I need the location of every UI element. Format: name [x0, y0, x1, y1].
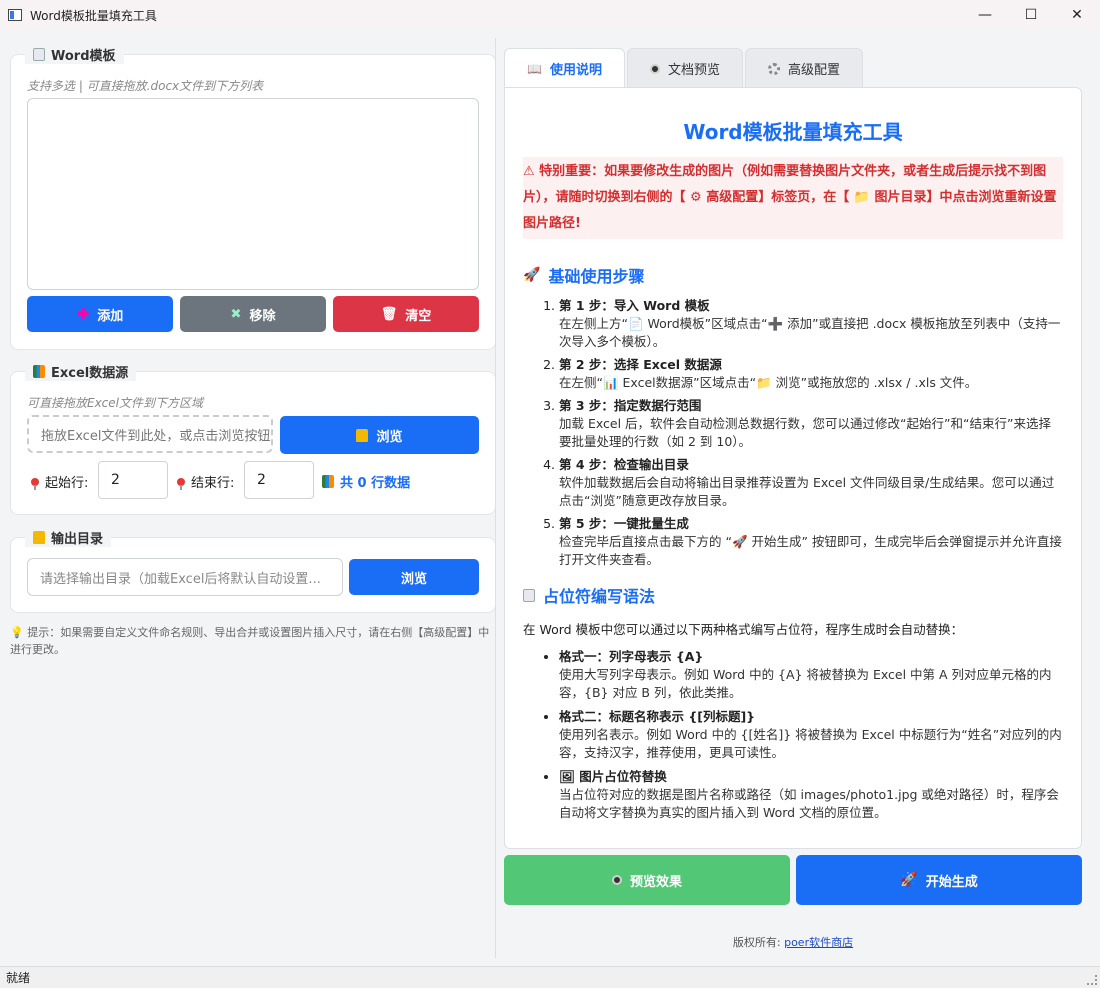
close-button[interactable]: ✕: [1054, 0, 1100, 30]
excel-hint: 可直接拖放Excel文件到下方区域: [27, 396, 203, 410]
tab-preview[interactable]: 文档预览: [626, 48, 743, 88]
window-title: Word模板批量填充工具: [30, 8, 157, 23]
title-bar: Word模板批量填充工具 — ☐ ✕: [0, 0, 1100, 30]
rocket-icon: 🚀: [523, 267, 541, 283]
excel-source-group: Excel数据源 可直接拖放Excel文件到下方区域 拖放Excel文件到此处，…: [10, 362, 496, 515]
status-text: 就绪: [6, 971, 31, 985]
rocket-icon: 🚀: [900, 872, 918, 888]
remove-button[interactable]: ✖ 移除: [180, 296, 326, 332]
row-count-label: 共 0 行数据: [322, 472, 410, 491]
list-item: 第 3 步：指定数据行范围加载 Excel 后，软件会自动检测总数据行数，您可以…: [559, 397, 1063, 451]
doc-title: Word模板批量填充工具: [683, 120, 903, 144]
chart-icon: [322, 475, 334, 488]
list-item: 第 1 步：导入 Word 模板在左侧上方“📄 Word模板”区域点击“➕ 添加…: [559, 297, 1063, 351]
list-item: 格式一：列字母表示 {A}使用大写列字母表示。例如 Word 中的 {A} 将被…: [559, 648, 1063, 702]
folder-icon: [33, 531, 45, 544]
syntax-intro: 在 Word 模板中您可以通过以下两种格式编写占位符，程序生成时会自动替换：: [523, 622, 964, 637]
instructions-panel: Word模板批量填充工具 ⚠ 特别重要：如果要修改生成的图片（例如需要替换图片文…: [504, 87, 1082, 849]
output-dir-input[interactable]: 请选择输出目录（加载Excel后将默认自动设置...: [27, 558, 343, 596]
pin-icon: [177, 477, 185, 490]
tab-bar: 📖 使用说明 文档预览 高级配置: [504, 48, 863, 88]
gear-icon: [767, 62, 780, 75]
list-item: 第 5 步：一键批量生成检查完毕后直接点击最下方的 “🚀 开始生成” 按钮即可，…: [559, 515, 1063, 569]
copyright-link[interactable]: poer软件商店: [784, 936, 853, 949]
remove-icon: ✖: [230, 306, 242, 322]
window-controls: — ☐ ✕: [962, 0, 1100, 30]
list-item: 🖼 图片占位符替换当占位符对应的数据是图片名称或路径（如 images/phot…: [559, 768, 1063, 822]
excel-group-title: Excel数据源: [25, 362, 137, 381]
output-browse-button[interactable]: 浏览: [349, 559, 479, 595]
eye-icon: [649, 63, 660, 74]
status-bar: 就绪: [0, 966, 1100, 988]
tab-instructions[interactable]: 📖 使用说明: [504, 48, 625, 88]
steps-list: 第 1 步：导入 Word 模板在左侧上方“📄 Word模板”区域点击“➕ 添加…: [523, 297, 1063, 569]
resize-grip-icon[interactable]: [1087, 975, 1097, 985]
section-placeholder-syntax: 占位符编写语法: [523, 583, 1063, 607]
generate-button[interactable]: 🚀 开始生成: [796, 855, 1082, 905]
book-icon: 📖: [527, 61, 542, 76]
excel-browse-button[interactable]: 浏览: [280, 416, 479, 454]
app-icon: [8, 9, 22, 21]
output-dir-group: 输出目录 请选择输出目录（加载Excel后将默认自动设置... 浏览: [10, 528, 496, 613]
clear-button[interactable]: 🗑 清空: [333, 296, 479, 332]
word-template-group: Word模板 支持多选 | 可直接拖放.docx文件到下方列表 ✚ 添加 ✖ 移…: [10, 45, 496, 350]
tip-text: 💡 提示：如果需要自定义文件命名规则、导出合并或设置图片插入尺寸，请在右侧【高级…: [10, 626, 490, 656]
list-item: 第 4 步：检查输出目录软件加载数据后会自动将输出目录推荐设置为 Excel 文…: [559, 456, 1063, 510]
preview-button[interactable]: 预览效果: [504, 855, 790, 905]
start-row-label: 起始行:: [31, 472, 88, 491]
splitter[interactable]: [495, 38, 496, 958]
document-icon: [33, 48, 45, 61]
minimize-button[interactable]: —: [962, 0, 1008, 30]
trash-icon: 🗑: [380, 306, 398, 322]
maximize-button[interactable]: ☐: [1008, 0, 1054, 30]
start-row-input[interactable]: 2: [98, 461, 168, 499]
list-item: 格式二：标题名称表示 {[列标题]}使用列名表示。例如 Word 中的 {[姓名…: [559, 708, 1063, 762]
plus-icon: ✚: [76, 305, 90, 323]
add-button[interactable]: ✚ 添加: [27, 296, 173, 332]
excel-drop-zone[interactable]: 拖放Excel文件到此处，或点击浏览按钮: [27, 415, 273, 453]
word-template-list[interactable]: [27, 98, 479, 290]
copyright: 版权所有: poer软件商店: [732, 936, 854, 949]
tab-advanced[interactable]: 高级配置: [744, 48, 863, 88]
warning-text: ⚠ 特别重要：如果要修改生成的图片（例如需要替换图片文件夹，或者生成后提示找不到…: [523, 157, 1063, 239]
formats-list: 格式一：列字母表示 {A}使用大写列字母表示。例如 Word 中的 {A} 将被…: [523, 648, 1063, 822]
section-basic-steps: 🚀 基础使用步骤: [523, 267, 645, 286]
document-icon: [523, 588, 535, 602]
pin-icon: [31, 477, 39, 490]
end-row-input[interactable]: 2: [244, 461, 314, 499]
word-group-title: Word模板: [25, 45, 124, 64]
chart-icon: [33, 365, 45, 378]
end-row-label: 结束行:: [177, 472, 234, 491]
output-group-title: 输出目录: [25, 528, 112, 547]
list-item: 第 2 步：选择 Excel 数据源在左侧“📊 Excel数据源”区域点击“📁 …: [559, 356, 1063, 392]
folder-icon: [356, 428, 369, 442]
eye-icon: [611, 875, 622, 885]
lightbulb-icon: 💡: [10, 626, 24, 639]
word-hint: 支持多选 | 可直接拖放.docx文件到下方列表: [27, 79, 264, 93]
